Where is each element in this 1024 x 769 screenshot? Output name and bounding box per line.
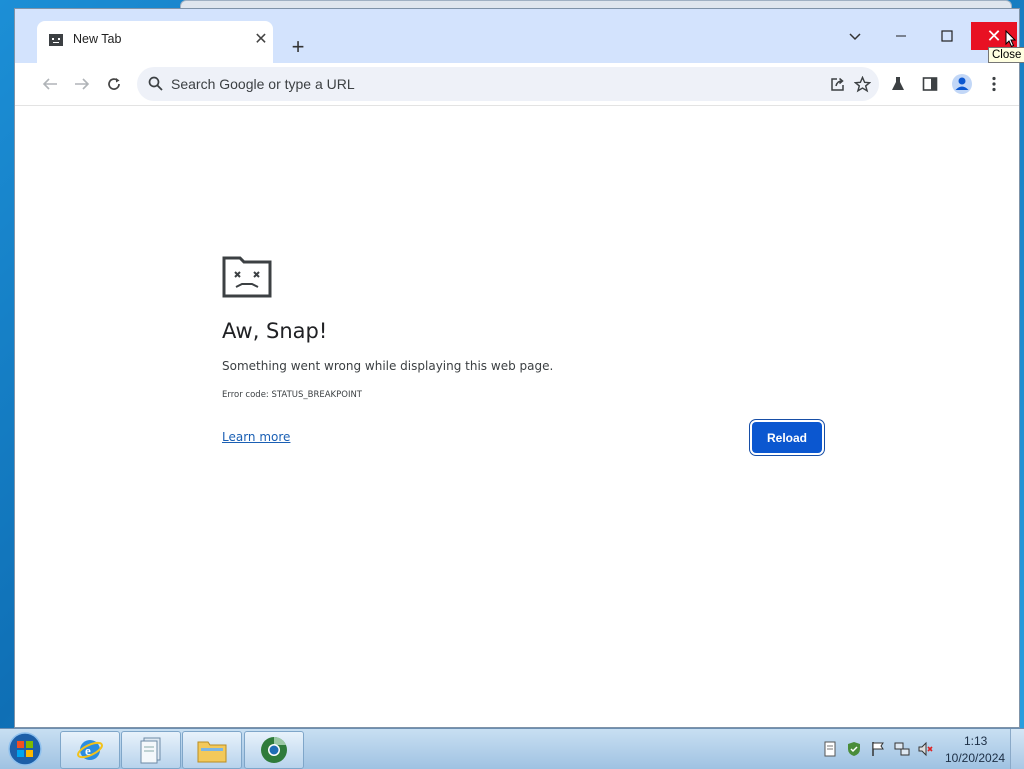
forward-arrow-icon (75, 78, 90, 90)
share-button[interactable] (827, 73, 849, 95)
maximize-button[interactable] (927, 23, 967, 49)
close-icon: ✕ (986, 26, 1002, 46)
error-code: Error code: STATUS_BREAKPOINT (222, 390, 362, 400)
close-tooltip: Close (988, 47, 1024, 63)
action-center-flag-icon[interactable] (870, 741, 886, 757)
profile-avatar-icon (952, 74, 972, 94)
taskbar-explorer-button[interactable] (182, 731, 242, 769)
tab-title: New Tab (73, 32, 122, 46)
sad-tab-icon (222, 256, 272, 298)
mouse-cursor-icon (1005, 30, 1017, 48)
taskbar: e 1:13 10/20/2024 (0, 728, 1024, 769)
search-icon (148, 76, 163, 91)
omnibox-placeholder: Search Google or type a URL (171, 76, 355, 92)
taskbar-documents-button[interactable] (121, 731, 181, 769)
labs-flask-icon (892, 77, 904, 90)
svg-text:e: e (85, 743, 91, 758)
browser-toolbar: Search Google or type a URL (15, 63, 1019, 106)
start-button[interactable] (6, 731, 44, 767)
volume-muted-icon[interactable] (918, 741, 934, 757)
side-panel-button[interactable] (917, 71, 943, 97)
network-icon[interactable] (894, 741, 910, 757)
side-panel-icon (922, 77, 938, 91)
back-button[interactable] (37, 71, 63, 97)
tab-search-dropdown-button[interactable] (835, 23, 875, 49)
maximize-icon (941, 30, 953, 42)
error-message: Something went wrong while displaying th… (222, 359, 554, 373)
chevron-down-icon (849, 33, 861, 41)
security-shield-icon[interactable] (846, 741, 862, 757)
clock-date[interactable]: 10/20/2024 (945, 751, 1005, 765)
show-desktop-button[interactable] (1010, 729, 1024, 769)
profile-button[interactable] (949, 71, 975, 97)
more-menu-icon (992, 76, 996, 92)
bookmark-button[interactable] (851, 73, 873, 95)
more-menu-button[interactable] (981, 71, 1007, 97)
explorer-folder-icon (197, 741, 227, 763)
chrome-icon (261, 737, 287, 763)
tab-new-tab[interactable]: New Tab ✕ (37, 21, 273, 63)
minimize-button[interactable] (881, 23, 921, 49)
back-arrow-icon (42, 78, 57, 90)
minimize-icon (896, 35, 906, 37)
internet-explorer-icon: e (77, 740, 103, 760)
clock-time[interactable]: 1:13 (964, 734, 987, 748)
learn-more-link[interactable]: Learn more (222, 430, 290, 444)
taskbar-chrome-button[interactable] (244, 731, 304, 769)
notes-icon[interactable] (822, 741, 838, 757)
reload-page-button[interactable] (101, 71, 127, 97)
reload-icon (108, 78, 120, 90)
documents-icon (140, 737, 161, 764)
labs-button[interactable] (885, 71, 911, 97)
error-heading: Aw, Snap! (222, 319, 328, 343)
error-page: Aw, Snap! Something went wrong while dis… (15, 106, 1019, 727)
tab-close-button[interactable]: ✕ (251, 30, 271, 50)
bookmark-star-icon (853, 75, 871, 92)
omnibox[interactable]: Search Google or type a URL (137, 67, 879, 101)
browser-window: New Tab ✕ + ✕ Search Google or type a UR… (14, 8, 1020, 728)
sad-folder-icon (49, 34, 63, 46)
reload-button[interactable]: Reload (752, 422, 822, 453)
taskbar-ie-button[interactable]: e (60, 731, 120, 769)
forward-button[interactable] (69, 71, 95, 97)
share-icon (831, 77, 844, 91)
new-tab-button[interactable]: + (285, 35, 311, 61)
